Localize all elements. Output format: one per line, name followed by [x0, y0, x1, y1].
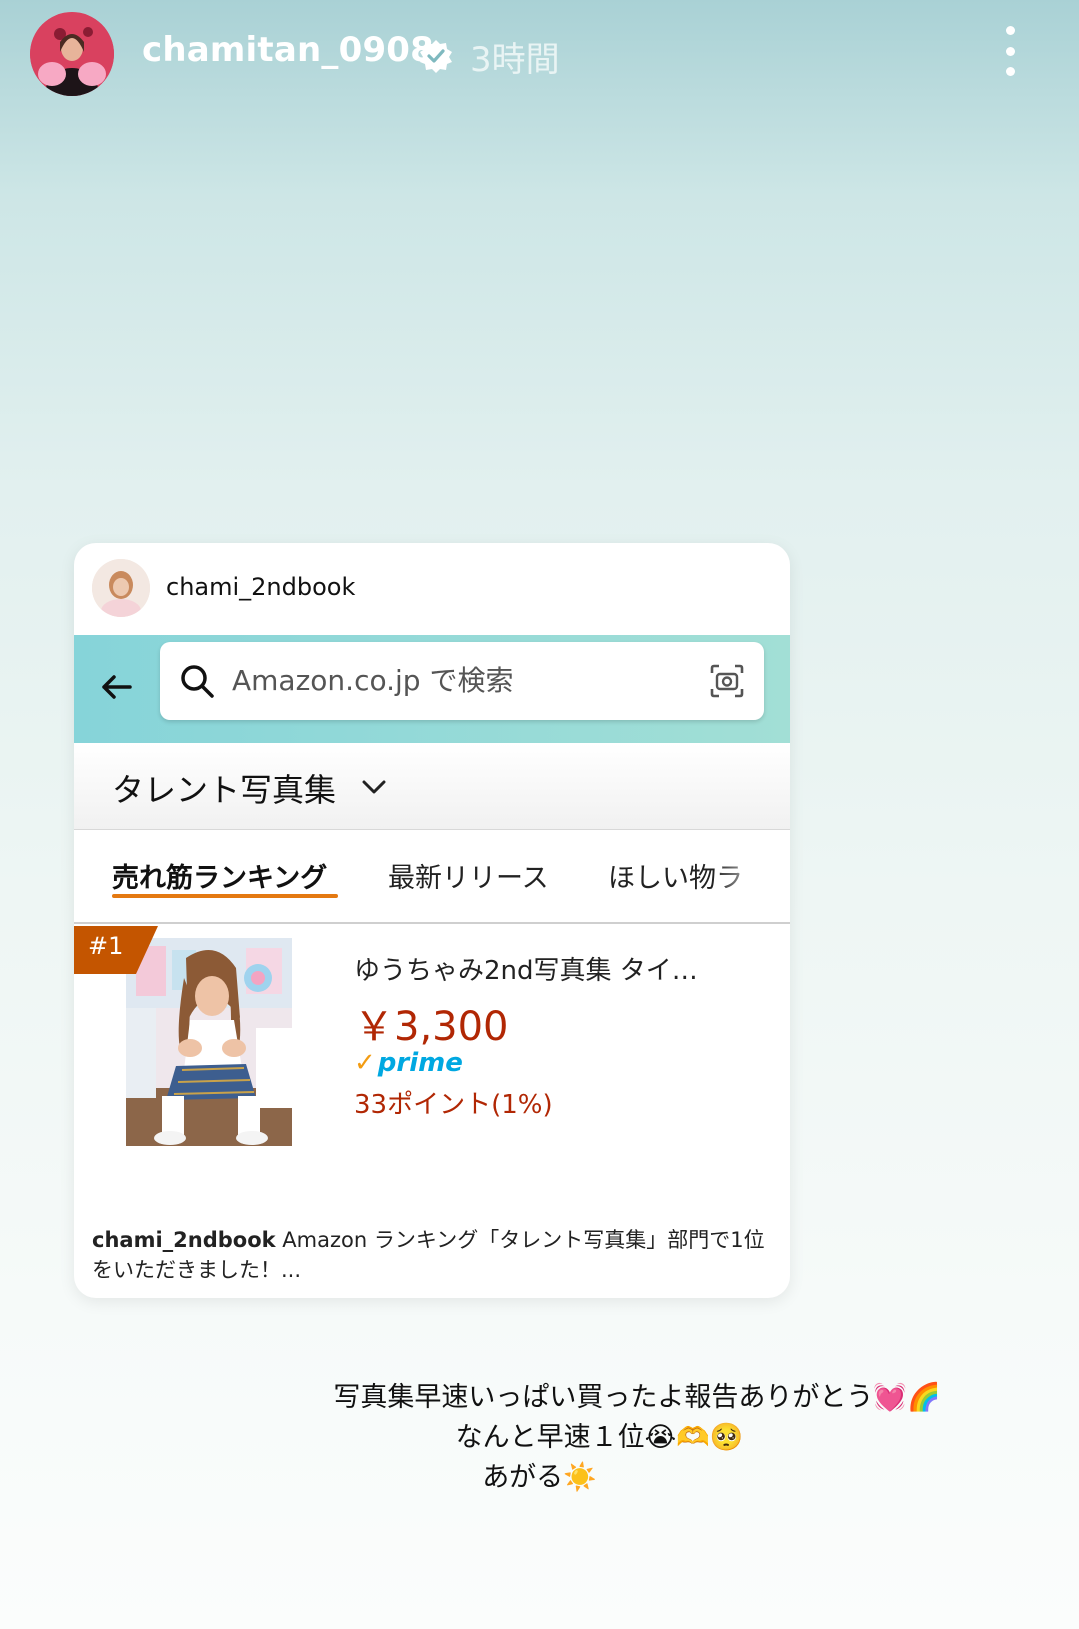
more-vertical-icon[interactable] — [996, 26, 1024, 76]
amazon-search-bar — [74, 635, 790, 743]
prime-label: prime — [377, 1048, 463, 1078]
card-header: chami_2ndbook — [74, 543, 790, 635]
camera-search-icon[interactable] — [708, 662, 746, 700]
story-username[interactable]: chamitan_0908 — [142, 30, 434, 70]
amazon-search-box[interactable] — [160, 642, 764, 720]
tab-new-releases[interactable]: 最新リリース — [388, 856, 549, 895]
amazon-screenshot: タレント写真集 売れ筋ランキング 最新リリース ほしい物ラ — [74, 635, 790, 1146]
prime-logo: ✓prime — [354, 1048, 463, 1078]
category-selector[interactable]: タレント写真集 — [74, 743, 790, 830]
product-price: ￥3,300 — [354, 1004, 509, 1050]
product-title[interactable]: ゆうちゃみ2nd写真集 タイ… — [354, 950, 774, 987]
story-timestamp: 3時間 — [470, 40, 560, 80]
product-points: 33ポイント(1%) — [354, 1090, 553, 1120]
story-text-line-1: 写真集早速いっぱい買ったよ報告ありがとう💓🌈 — [333, 1382, 941, 1413]
story-header: chamitan_0908 3時間 — [0, 0, 1079, 110]
card-avatar — [92, 559, 150, 617]
caption-username[interactable]: chami_2ndbook — [92, 1228, 276, 1252]
tab-best-sellers[interactable]: 売れ筋ランキング — [112, 856, 327, 895]
search-icon — [181, 665, 214, 698]
card-username[interactable]: chami_2ndbook — [166, 573, 355, 601]
product-item[interactable]: #1 ゆうちゃみ2nd写真集 タイ… ￥3,300 ✓prime 33ポイント(… — [74, 924, 790, 1146]
story-text-line-3: あがる☀️ — [482, 1462, 597, 1493]
rank-label: #1 — [88, 932, 124, 960]
prime-check-icon: ✓ — [354, 1048, 376, 1078]
category-label: タレント写真集 — [112, 771, 337, 809]
chevron-down-icon — [362, 780, 386, 794]
active-tab-underline — [112, 894, 338, 898]
story-text-line-2: なんと早速１位😭🫶🥺 — [455, 1422, 744, 1453]
card-caption: chami_2ndbook Amazon ランキング「タレント写真集」部門で1位… — [92, 1225, 772, 1285]
back-arrow-icon[interactable] — [96, 667, 136, 707]
ranking-tabs: 売れ筋ランキング 最新リリース ほしい物ラ — [74, 830, 790, 924]
shared-post-card[interactable]: chami_2ndbook タレント写真集 — [74, 543, 790, 1298]
verified-badge-icon — [420, 40, 452, 73]
tab-fade-overlay — [714, 830, 790, 920]
story-text-overlay: 写真集早速いっぱい買ったよ報告ありがとう💓🌈 なんと早速１位😭🫶🥺 あがる☀️ — [0, 1378, 1079, 1498]
amazon-search-input[interactable] — [232, 650, 672, 710]
profile-avatar[interactable] — [30, 12, 114, 96]
